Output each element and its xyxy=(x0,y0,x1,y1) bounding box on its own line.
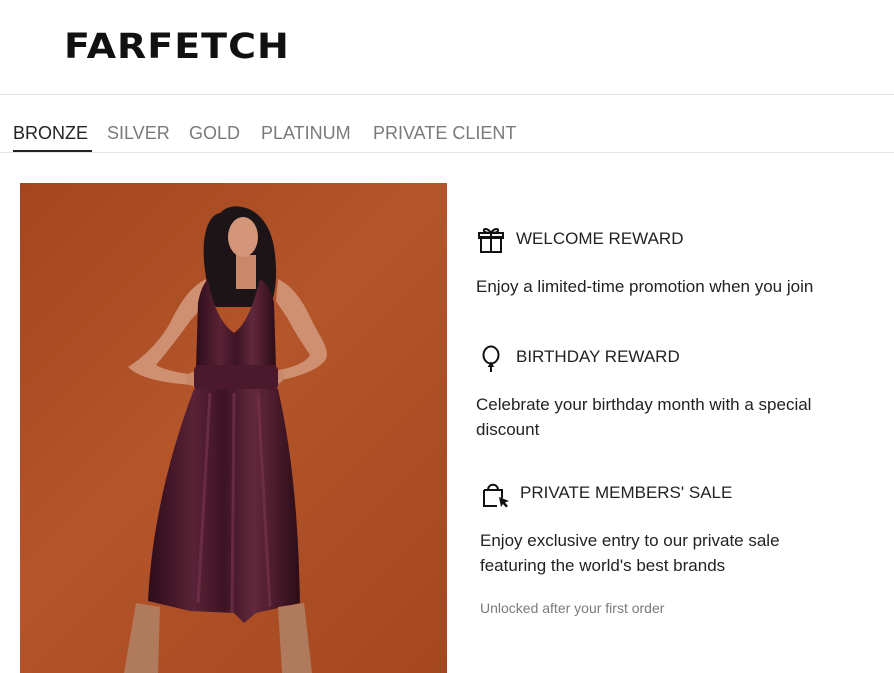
tab-platinum[interactable]: PLATINUM xyxy=(261,122,351,144)
welcome-reward-description: Enjoy a limited-time promotion when you … xyxy=(476,277,814,296)
active-tab-indicator xyxy=(13,150,92,152)
tab-gold[interactable]: GOLD xyxy=(189,122,240,144)
tab-silver[interactable]: SILVER xyxy=(107,122,170,144)
shopping-bag-cursor-icon xyxy=(481,480,511,513)
model-figure xyxy=(124,206,327,673)
tab-bronze[interactable]: BRONZE xyxy=(13,122,88,144)
tier-tabs: BRONZE SILVER GOLD PLATINUM PRIVATE CLIE… xyxy=(0,95,894,153)
tab-private-client[interactable]: PRIVATE CLIENT xyxy=(373,122,516,144)
hero-image xyxy=(20,183,447,673)
birthday-reward-title: BIRTHDAY REWARD xyxy=(516,347,680,366)
unlock-note: Unlocked after your first order xyxy=(480,600,665,616)
farfetch-logo[interactable]: FARFETCH xyxy=(64,24,290,68)
gift-icon xyxy=(478,226,504,259)
private-sale-title: PRIVATE MEMBERS' SALE xyxy=(520,483,733,502)
balloon-icon xyxy=(481,345,501,378)
site-header: FARFETCH xyxy=(0,0,894,95)
birthday-reward-description: Celebrate your birthday month with a spe… xyxy=(476,395,812,439)
private-sale-description: Enjoy exclusive entry to our private sal… xyxy=(480,531,780,575)
welcome-reward-title: WELCOME REWARD xyxy=(516,229,684,248)
